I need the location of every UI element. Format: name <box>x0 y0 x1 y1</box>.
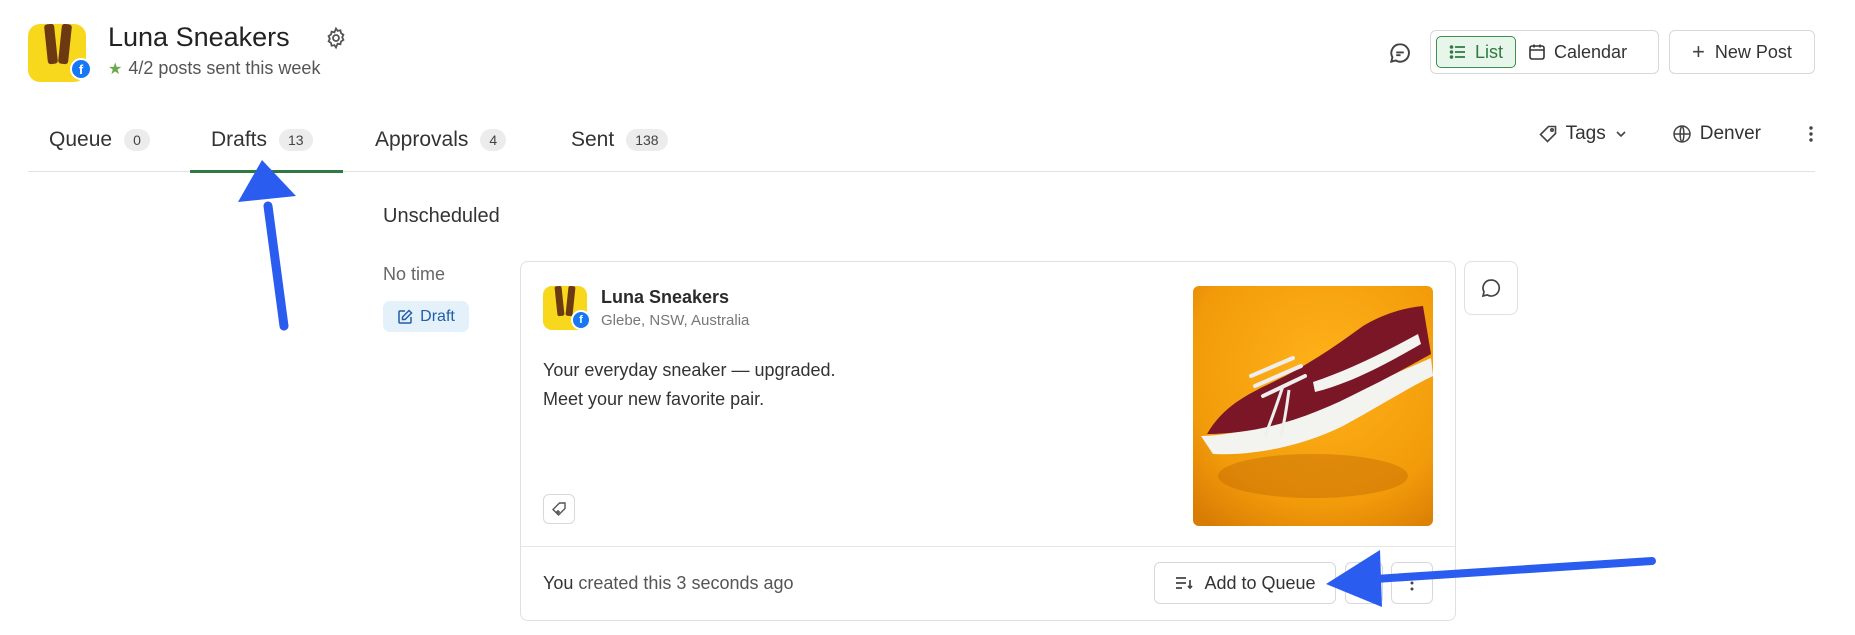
calendar-view-button[interactable]: Calendar <box>1516 36 1639 68</box>
tag-plus-icon <box>552 502 566 516</box>
tab-label: Approvals <box>375 128 469 151</box>
add-to-queue-button[interactable]: Add to Queue <box>1154 562 1336 604</box>
post-location: Glebe, NSW, Australia <box>601 312 750 329</box>
chat-icon[interactable] <box>1387 40 1413 66</box>
tab-count: 13 <box>279 129 313 151</box>
queue-icon <box>1176 577 1194 590</box>
tab-queue[interactable]: Queue 0 <box>49 120 150 160</box>
timezone-selector[interactable]: Denver <box>1672 123 1761 145</box>
timezone-label: Denver <box>1699 123 1761 144</box>
tab-drafts[interactable]: Drafts 13 <box>211 120 313 160</box>
draft-status-label: Draft <box>420 307 455 325</box>
tab-label: Drafts <box>211 128 268 151</box>
post-time-label: No time <box>383 264 446 284</box>
draft-status-badge: Draft <box>383 301 469 332</box>
add-tag-button[interactable] <box>543 494 575 524</box>
edit-icon <box>398 308 413 324</box>
facebook-icon: f <box>571 310 591 330</box>
calendar-icon <box>1529 44 1545 60</box>
post-card: f Luna Sneakers Glebe, NSW, Australia Yo… <box>520 261 1456 621</box>
creator-name: You <box>543 573 574 593</box>
list-view-label: List <box>1475 41 1504 62</box>
posts-stat: ★ 4/2 posts sent this week <box>108 58 320 79</box>
tab-bar: Queue 0 Drafts 13 Approvals 4 Sent 138 T… <box>28 110 1815 173</box>
queue-options-button[interactable] <box>1345 562 1383 604</box>
post-more-button[interactable] <box>1391 562 1433 604</box>
post-card-footer: You created this 3 seconds ago Add to Qu… <box>521 546 1455 621</box>
more-vertical-icon <box>1410 575 1414 591</box>
posts-stat-text: 4/2 posts sent this week <box>128 58 321 78</box>
star-icon: ★ <box>108 60 123 78</box>
post-text-line: Your everyday sneaker — upgraded. <box>543 360 836 380</box>
more-options-button[interactable] <box>1807 124 1815 144</box>
new-post-label: New Post <box>1714 41 1792 62</box>
post-text[interactable]: Your everyday sneaker — upgraded. Meet y… <box>543 356 836 414</box>
profile-avatar[interactable]: f <box>28 22 92 84</box>
sneaker-image <box>1193 286 1433 526</box>
tab-label: Queue <box>49 128 113 151</box>
tags-dropdown[interactable]: Tags <box>1538 123 1628 145</box>
comment-icon <box>1481 279 1501 298</box>
page-header: f Luna Sneakers ★ 4/2 posts sent this we… <box>28 22 1815 82</box>
post-author-avatar: f <box>543 286 593 336</box>
globe-icon <box>1673 125 1691 143</box>
section-title: Unscheduled <box>383 205 500 227</box>
tab-approvals[interactable]: Approvals 4 <box>375 120 507 160</box>
more-vertical-icon <box>1809 126 1813 142</box>
tags-label: Tags <box>1565 123 1606 144</box>
new-post-button[interactable]: + New Post <box>1669 30 1815 74</box>
list-view-button[interactable]: List <box>1436 36 1517 68</box>
post-created-info: You created this 3 seconds ago <box>543 573 794 594</box>
tag-icon <box>1538 125 1556 143</box>
plus-icon: + <box>1692 39 1705 64</box>
list-icon <box>1449 45 1465 59</box>
gear-icon[interactable] <box>324 26 348 50</box>
profile-name: Luna Sneakers <box>108 22 290 52</box>
created-time-text: created this 3 seconds ago <box>573 573 794 593</box>
tab-sent[interactable]: Sent 138 <box>571 120 668 160</box>
tab-label: Sent <box>571 128 615 151</box>
post-image[interactable] <box>1193 286 1433 526</box>
toolbar-right: Tags Denver <box>1538 114 1815 154</box>
post-author-name: Luna Sneakers <box>601 287 730 307</box>
chevron-down-icon <box>1616 131 1626 138</box>
tab-count: 138 <box>626 129 668 151</box>
arrow-to-drafts <box>238 160 296 331</box>
add-to-queue-label: Add to Queue <box>1204 572 1316 593</box>
view-toggle: List Calendar <box>1430 30 1659 74</box>
calendar-view-label: Calendar <box>1554 41 1628 62</box>
active-tab-indicator <box>190 170 343 173</box>
comment-button[interactable] <box>1464 261 1518 315</box>
tab-count: 4 <box>480 129 507 151</box>
facebook-icon: f <box>70 58 92 80</box>
tab-count: 0 <box>124 129 150 151</box>
post-text-line: Meet your new favorite pair. <box>543 389 765 409</box>
